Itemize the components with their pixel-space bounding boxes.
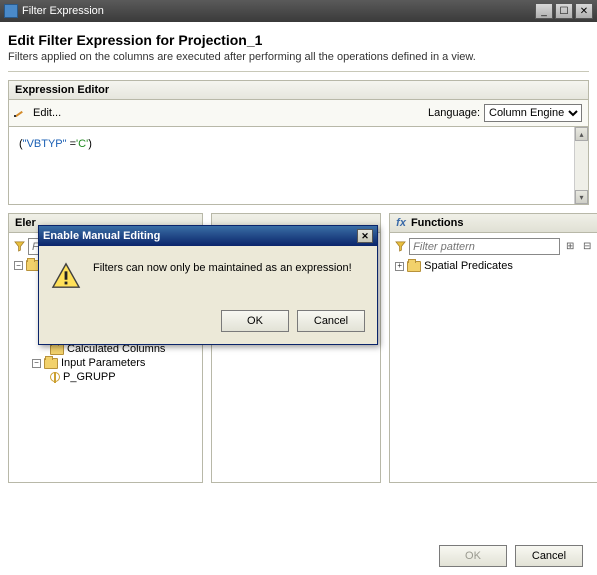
page-title: Edit Filter Expression for Projection_1 <box>8 32 589 48</box>
input-params-node[interactable]: −Input Parameters <box>14 356 197 370</box>
collapse-all-button[interactable]: ⊟ <box>580 240 594 254</box>
functions-panel-title: Functions <box>389 213 597 233</box>
expand-all-button[interactable]: ⊞ <box>563 240 577 254</box>
parameter-item[interactable]: P_GRUPP <box>14 370 197 384</box>
maximize-button[interactable]: ☐ <box>555 3 573 19</box>
expression-editor-title: Expression Editor <box>8 80 589 100</box>
collapse-icon[interactable]: − <box>32 359 41 368</box>
dialog-ok-button[interactable]: OK <box>221 310 289 332</box>
language-select[interactable]: Column Engine <box>484 104 582 122</box>
edit-link[interactable]: Edit... <box>33 107 61 119</box>
parameter-icon <box>50 372 60 382</box>
funnel-icon <box>14 241 25 252</box>
function-group[interactable]: +Spatial Predicates <box>395 259 597 273</box>
warning-icon <box>51 262 81 290</box>
folder-icon <box>50 344 64 355</box>
funnel-icon <box>395 241 406 252</box>
page-subtitle: Filters applied on the columns are execu… <box>8 51 589 63</box>
minimize-button[interactable]: _ <box>535 3 553 19</box>
dialog-title: Enable Manual Editing <box>43 230 160 242</box>
functions-filter-input[interactable] <box>409 238 560 255</box>
expression-textarea[interactable]: ("VBTYP" ='C') ▴▾ <box>8 127 589 205</box>
collapse-icon[interactable]: − <box>14 261 23 270</box>
expand-icon[interactable]: + <box>395 262 404 271</box>
dialog-titlebar: Enable Manual Editing ✕ <box>39 226 377 246</box>
ok-button: OK <box>439 545 507 567</box>
dialog-cancel-button[interactable]: Cancel <box>297 310 365 332</box>
app-icon <box>4 4 18 18</box>
dialog-message: Filters can now only be maintained as an… <box>93 262 352 274</box>
window-titlebar: Filter Expression _ ☐ ✕ <box>0 0 597 22</box>
folder-icon <box>44 358 58 369</box>
scrollbar[interactable]: ▴▾ <box>574 127 588 204</box>
language-label: Language: <box>428 107 480 119</box>
pencil-icon <box>15 106 29 120</box>
close-button[interactable]: ✕ <box>575 3 593 19</box>
dialog-close-button[interactable]: ✕ <box>357 229 373 243</box>
enable-manual-editing-dialog: Enable Manual Editing ✕ Filters can now … <box>38 225 378 345</box>
window-title: Filter Expression <box>22 5 535 17</box>
folder-icon <box>407 261 421 272</box>
cancel-button[interactable]: Cancel <box>515 545 583 567</box>
